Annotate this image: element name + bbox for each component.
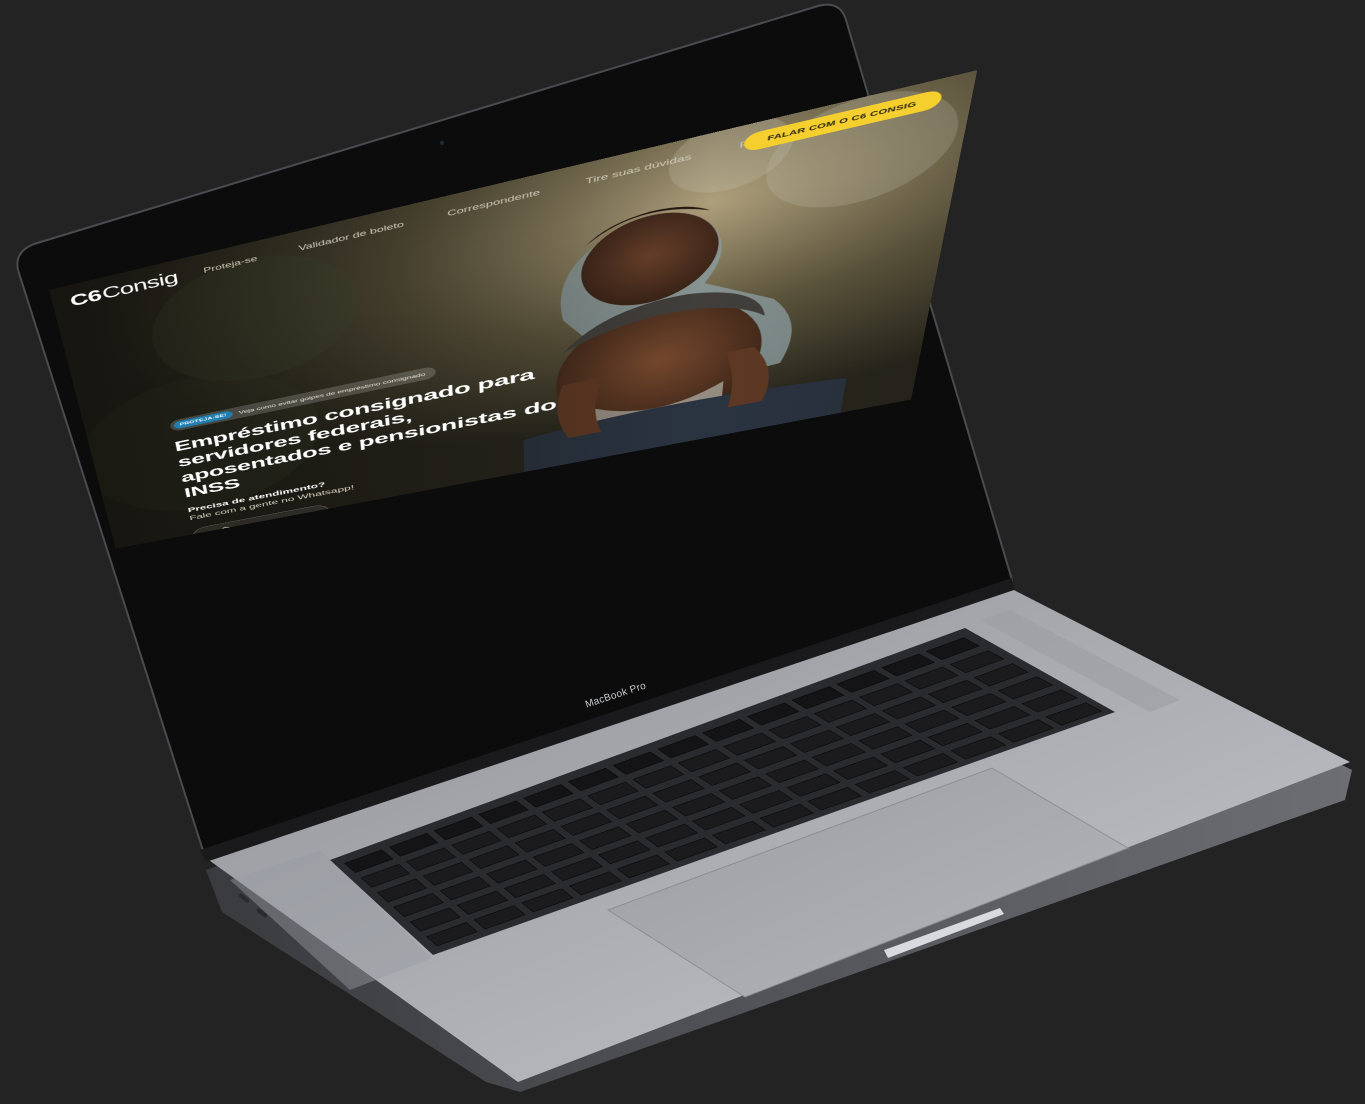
logo-mark: C6 <box>68 286 103 310</box>
camera-icon <box>439 140 445 146</box>
stage: C6 Consig Proteja-se Validador de boleto… <box>0 0 1365 1104</box>
nav-link-proteja-se[interactable]: Proteja-se <box>203 254 258 275</box>
